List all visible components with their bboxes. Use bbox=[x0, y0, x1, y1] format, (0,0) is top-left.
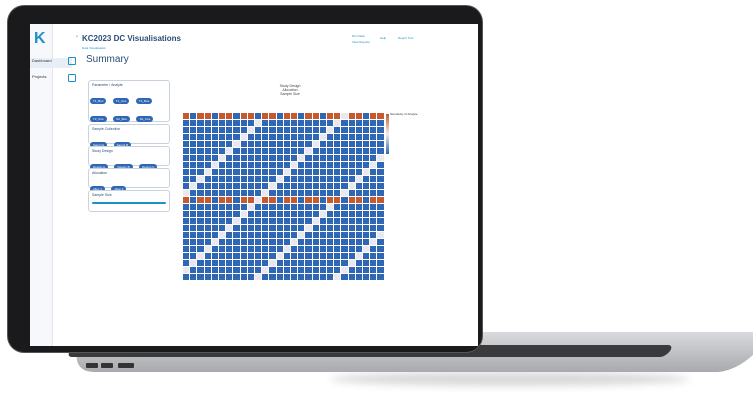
sample-size-slider[interactable] bbox=[92, 202, 166, 204]
top-link[interactable]: Run Data bbox=[352, 34, 365, 38]
chip[interactable]: Tot_Bos bbox=[112, 116, 130, 122]
chip[interactable]: T2_Bos bbox=[135, 98, 153, 104]
page-header-title: KC2023 DC Visualisations bbox=[82, 34, 182, 43]
filter-panel-allocation[interactable]: Allocation Alloc 1 Alloc 2 bbox=[88, 168, 170, 192]
nav-item-dashboard[interactable]: Dashboard bbox=[30, 58, 72, 68]
left-rail: K bbox=[30, 24, 53, 346]
heatmap-legend bbox=[386, 114, 389, 154]
chart-title: Study Design Allocation Sample Size bbox=[260, 84, 320, 96]
heatmap-cell bbox=[376, 273, 386, 281]
laptop-shadow bbox=[330, 372, 690, 386]
panel-title: Parameter / Analyte bbox=[92, 83, 123, 87]
filter-panel-design[interactable]: Study Design Design A Design B Design C bbox=[88, 146, 170, 170]
report-link[interactable]: Report Tool bbox=[398, 36, 413, 40]
help-link[interactable]: Help bbox=[380, 36, 386, 40]
usb-port bbox=[86, 363, 98, 368]
chip[interactable]: Tot_Cos bbox=[136, 116, 154, 122]
folder-icon[interactable] bbox=[68, 74, 76, 82]
top-link[interactable]: View Reports bbox=[352, 40, 370, 44]
dashboard-icon[interactable] bbox=[68, 57, 76, 65]
filter-panel-sample[interactable]: Sample Collection Sampl A Sampl B bbox=[88, 124, 170, 148]
chevron-icon[interactable]: › bbox=[76, 34, 78, 40]
chip[interactable]: T1_Bos bbox=[90, 98, 107, 104]
nav-label: Projects bbox=[32, 74, 47, 79]
laptop-lid: K Dashboard Projects › KC2023 DC Visuali… bbox=[8, 6, 482, 352]
screen: K Dashboard Projects › KC2023 DC Visuali… bbox=[30, 24, 478, 346]
chip[interactable]: T1_Cos bbox=[112, 98, 130, 104]
panel-title: Study Design bbox=[92, 149, 113, 153]
breadcrumb[interactable]: Data Visualisation bbox=[82, 46, 106, 50]
panel-title: Allocation bbox=[92, 171, 108, 175]
logo-icon[interactable]: K bbox=[34, 30, 48, 52]
nav-item-projects[interactable]: Projects bbox=[30, 74, 72, 84]
panel-title: Sample Size bbox=[92, 193, 112, 197]
usb-port bbox=[101, 363, 113, 368]
legend-label: Sensitivity of Analyte bbox=[390, 112, 418, 116]
filter-panel-sample-size[interactable]: Sample Size bbox=[88, 190, 170, 212]
filter-panel-analyte[interactable]: Parameter / Analyte T1_Bos T1_Cos T2_Bos… bbox=[88, 80, 170, 140]
page-title: Summary bbox=[86, 54, 129, 65]
nav-label: Dashboard bbox=[32, 58, 52, 63]
chip[interactable]: T2_Cos bbox=[90, 116, 107, 122]
panel-title: Sample Collection bbox=[92, 127, 121, 131]
sd-slot bbox=[118, 363, 134, 368]
chart-title-line: Sample Size bbox=[280, 92, 300, 96]
